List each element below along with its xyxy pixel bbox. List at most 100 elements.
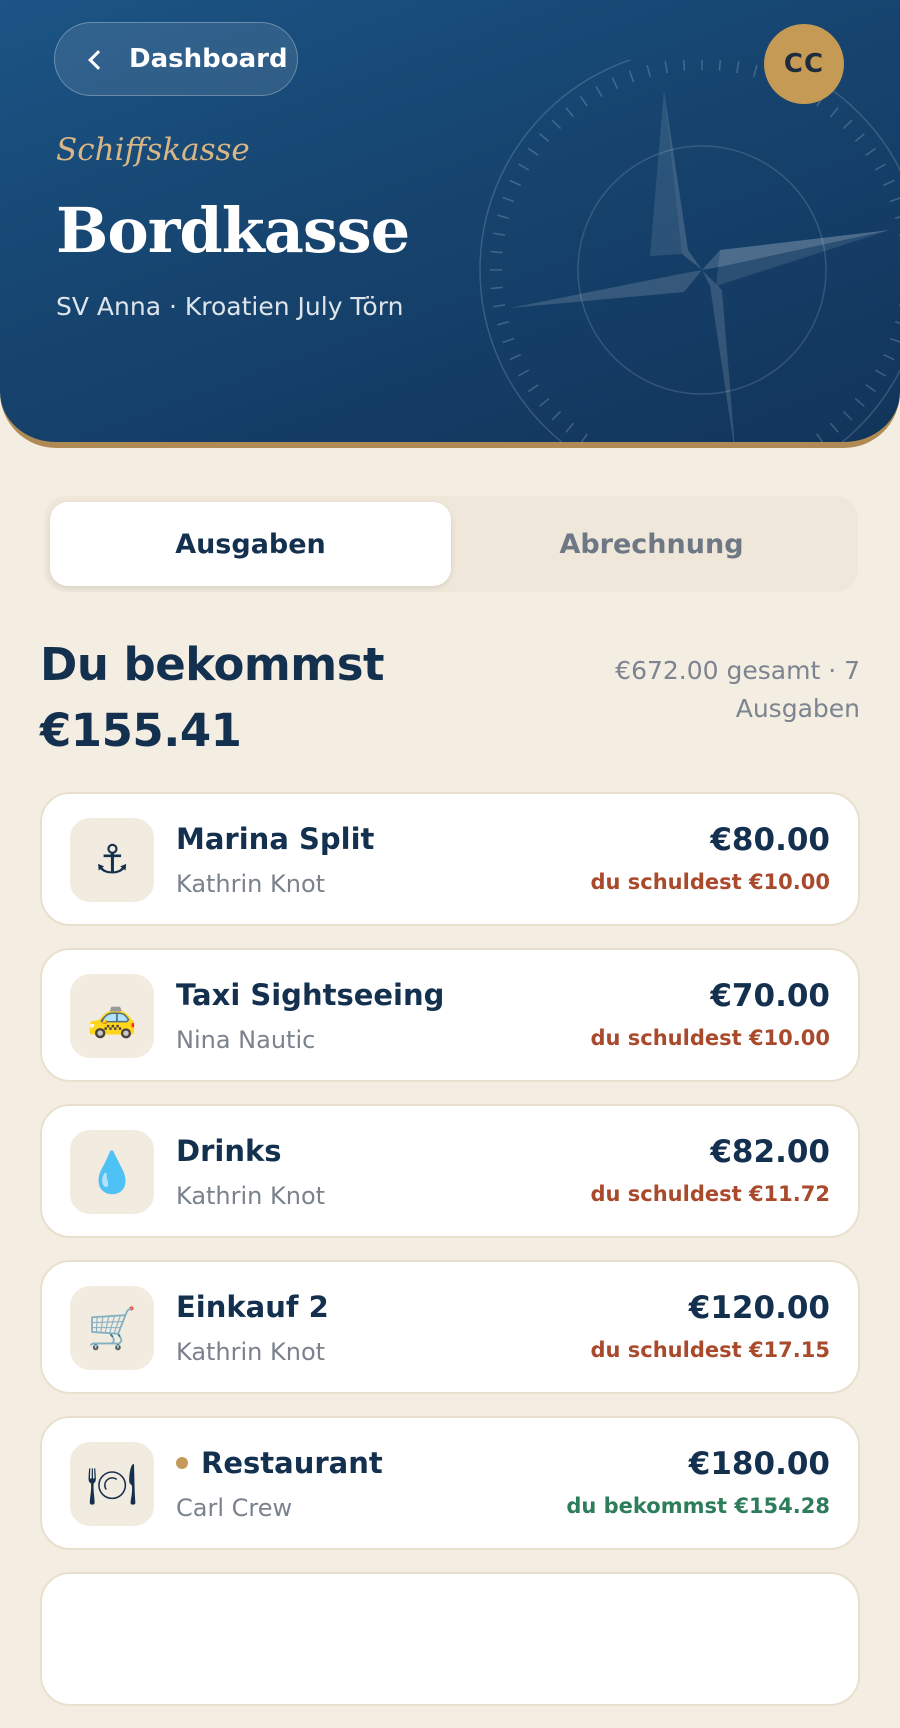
expense-share: du schuldest €10.00 (590, 1026, 830, 1050)
compass-tick (565, 107, 575, 118)
compass-tick (509, 179, 522, 187)
compass-tick (539, 133, 550, 143)
tab-abrechnung[interactable]: Abrechnung (451, 502, 852, 586)
expense-name-text: Drinks (176, 1134, 282, 1168)
tab-bar: Ausgaben Abrechnung (44, 496, 858, 592)
compass-tick (518, 163, 530, 171)
plate-cutlery-icon: 🍽 (70, 1442, 154, 1526)
tab-ausgaben[interactable]: Ausgaben (50, 502, 451, 586)
expense-card[interactable]: 🚕 Taxi Sightseeing Nina Nautic €70.00 du… (40, 948, 860, 1082)
compass-tick (842, 410, 853, 421)
compass-tick (874, 369, 886, 377)
compass-tick (580, 433, 588, 442)
expense-card[interactable]: 🛒 Einkauf 2 Kathrin Knot €120.00 du schu… (40, 1260, 860, 1394)
compass-tick (518, 369, 530, 377)
compass-tick (595, 86, 603, 98)
expense-name: Marina Split (176, 822, 374, 856)
compass-tick (735, 61, 740, 74)
compass-tick (854, 397, 865, 407)
compass-tick (865, 147, 877, 156)
back-to-dashboard-button[interactable]: Dashboard (54, 22, 298, 96)
compass-tick (490, 286, 503, 290)
compass-tick (874, 163, 886, 171)
expense-amount: €120.00 (688, 1290, 830, 1326)
compass-tick (551, 410, 562, 421)
compass-tick (628, 70, 635, 83)
expense-card[interactable]: 🍽 Restaurant Carl Crew €180.00 du bekomm… (40, 1416, 860, 1550)
droplet-icon: 💧 (70, 1130, 154, 1214)
total-amount-text: €672.00 gesamt · 7 (615, 656, 860, 685)
compass-tick (753, 65, 758, 78)
compass-tick (682, 60, 686, 71)
expense-name: Taxi Sightseeing (176, 978, 444, 1012)
expense-card[interactable]: ⚓ Marina Split Kathrin Knot €80.00 du sc… (40, 792, 860, 926)
avatar[interactable]: CC (764, 24, 844, 104)
shopping-cart-icon: 🛒 (70, 1286, 154, 1370)
expense-card[interactable] (40, 1572, 860, 1706)
compass-tick (502, 337, 515, 344)
compass-tick (664, 61, 669, 74)
expense-name: Drinks (176, 1134, 282, 1168)
expense-name-text: Einkauf 2 (176, 1290, 329, 1324)
compass-tick (502, 196, 515, 203)
taxi-icon: 🚕 (70, 974, 154, 1058)
compass-tick (842, 119, 853, 130)
expense-payer: Carl Crew (176, 1494, 293, 1522)
compass-tick (882, 179, 895, 187)
back-button-label: Dashboard (129, 44, 288, 74)
balance-amount: €155.41 (40, 704, 242, 757)
compass-tick (490, 250, 503, 254)
compass-tick (854, 133, 865, 143)
expense-icon-glyph: 💧 (87, 1149, 137, 1196)
expense-amount: €80.00 (710, 822, 830, 858)
expense-share: du schuldest €11.72 (590, 1182, 830, 1206)
expense-name-text: Taxi Sightseeing (176, 978, 445, 1012)
compass-tick (894, 216, 900, 219)
expense-name-text: Marina Split (176, 822, 375, 856)
compass-tick (527, 147, 539, 156)
expense-share: du schuldest €17.15 (590, 1338, 830, 1362)
compass-tick (829, 422, 839, 433)
expense-card[interactable]: 💧 Drinks Kathrin Knot €82.00 du schuldes… (40, 1104, 860, 1238)
header: Dashboard CC Schiffskasse Bordkasse SV A… (0, 0, 900, 448)
balance-label: Du bekommst (40, 638, 385, 691)
anchor-icon: ⚓ (70, 818, 154, 902)
compass-tick (509, 353, 522, 361)
compass-tick (882, 353, 895, 361)
page-eyebrow: Schiffskasse (56, 132, 250, 168)
compass-tick (493, 303, 506, 308)
compass-tick (646, 65, 651, 78)
expense-share: du schuldest €10.00 (590, 870, 830, 894)
compass-tick (816, 433, 824, 442)
avatar-initials: CC (783, 49, 825, 79)
page-title: Bordkasse (56, 194, 410, 267)
compass-tick (565, 422, 575, 433)
compass-tick (497, 214, 510, 219)
expense-list: ⚓ Marina Split Kathrin Knot €80.00 du sc… (40, 792, 860, 1728)
new-indicator-dot (176, 1457, 188, 1469)
chevron-left-icon (88, 50, 108, 70)
expense-payer: Kathrin Knot (176, 1338, 326, 1366)
compass-tick (611, 77, 619, 90)
expense-payer: Kathrin Knot (176, 1182, 326, 1210)
balance-summary: Du bekommst €155.41 (40, 632, 385, 764)
expense-share: du bekommst €154.28 (566, 1494, 830, 1518)
expense-amount: €70.00 (710, 978, 830, 1014)
total-count-text: Ausgaben (735, 694, 860, 723)
expense-name: Restaurant (176, 1446, 383, 1480)
compass-tick (493, 232, 506, 237)
expense-payer: Kathrin Knot (176, 870, 326, 898)
expense-icon-glyph: 🛒 (87, 1305, 137, 1352)
compass-tick (889, 197, 900, 203)
compass-tick (551, 119, 562, 130)
page-subtitle: SV Anna · Kroatien July Törn (56, 292, 404, 321)
compass-tick (579, 95, 588, 107)
compass-rose-icon (479, 60, 900, 442)
compass-tick (829, 107, 839, 118)
expense-icon-glyph: ⚓ (94, 837, 130, 883)
expense-name-text: Restaurant (201, 1446, 383, 1480)
compass-tick (894, 321, 900, 324)
compass-tick (865, 384, 877, 393)
total-summary: €672.00 gesamt · 7 Ausgaben (560, 652, 860, 728)
compass-tick (539, 397, 550, 407)
